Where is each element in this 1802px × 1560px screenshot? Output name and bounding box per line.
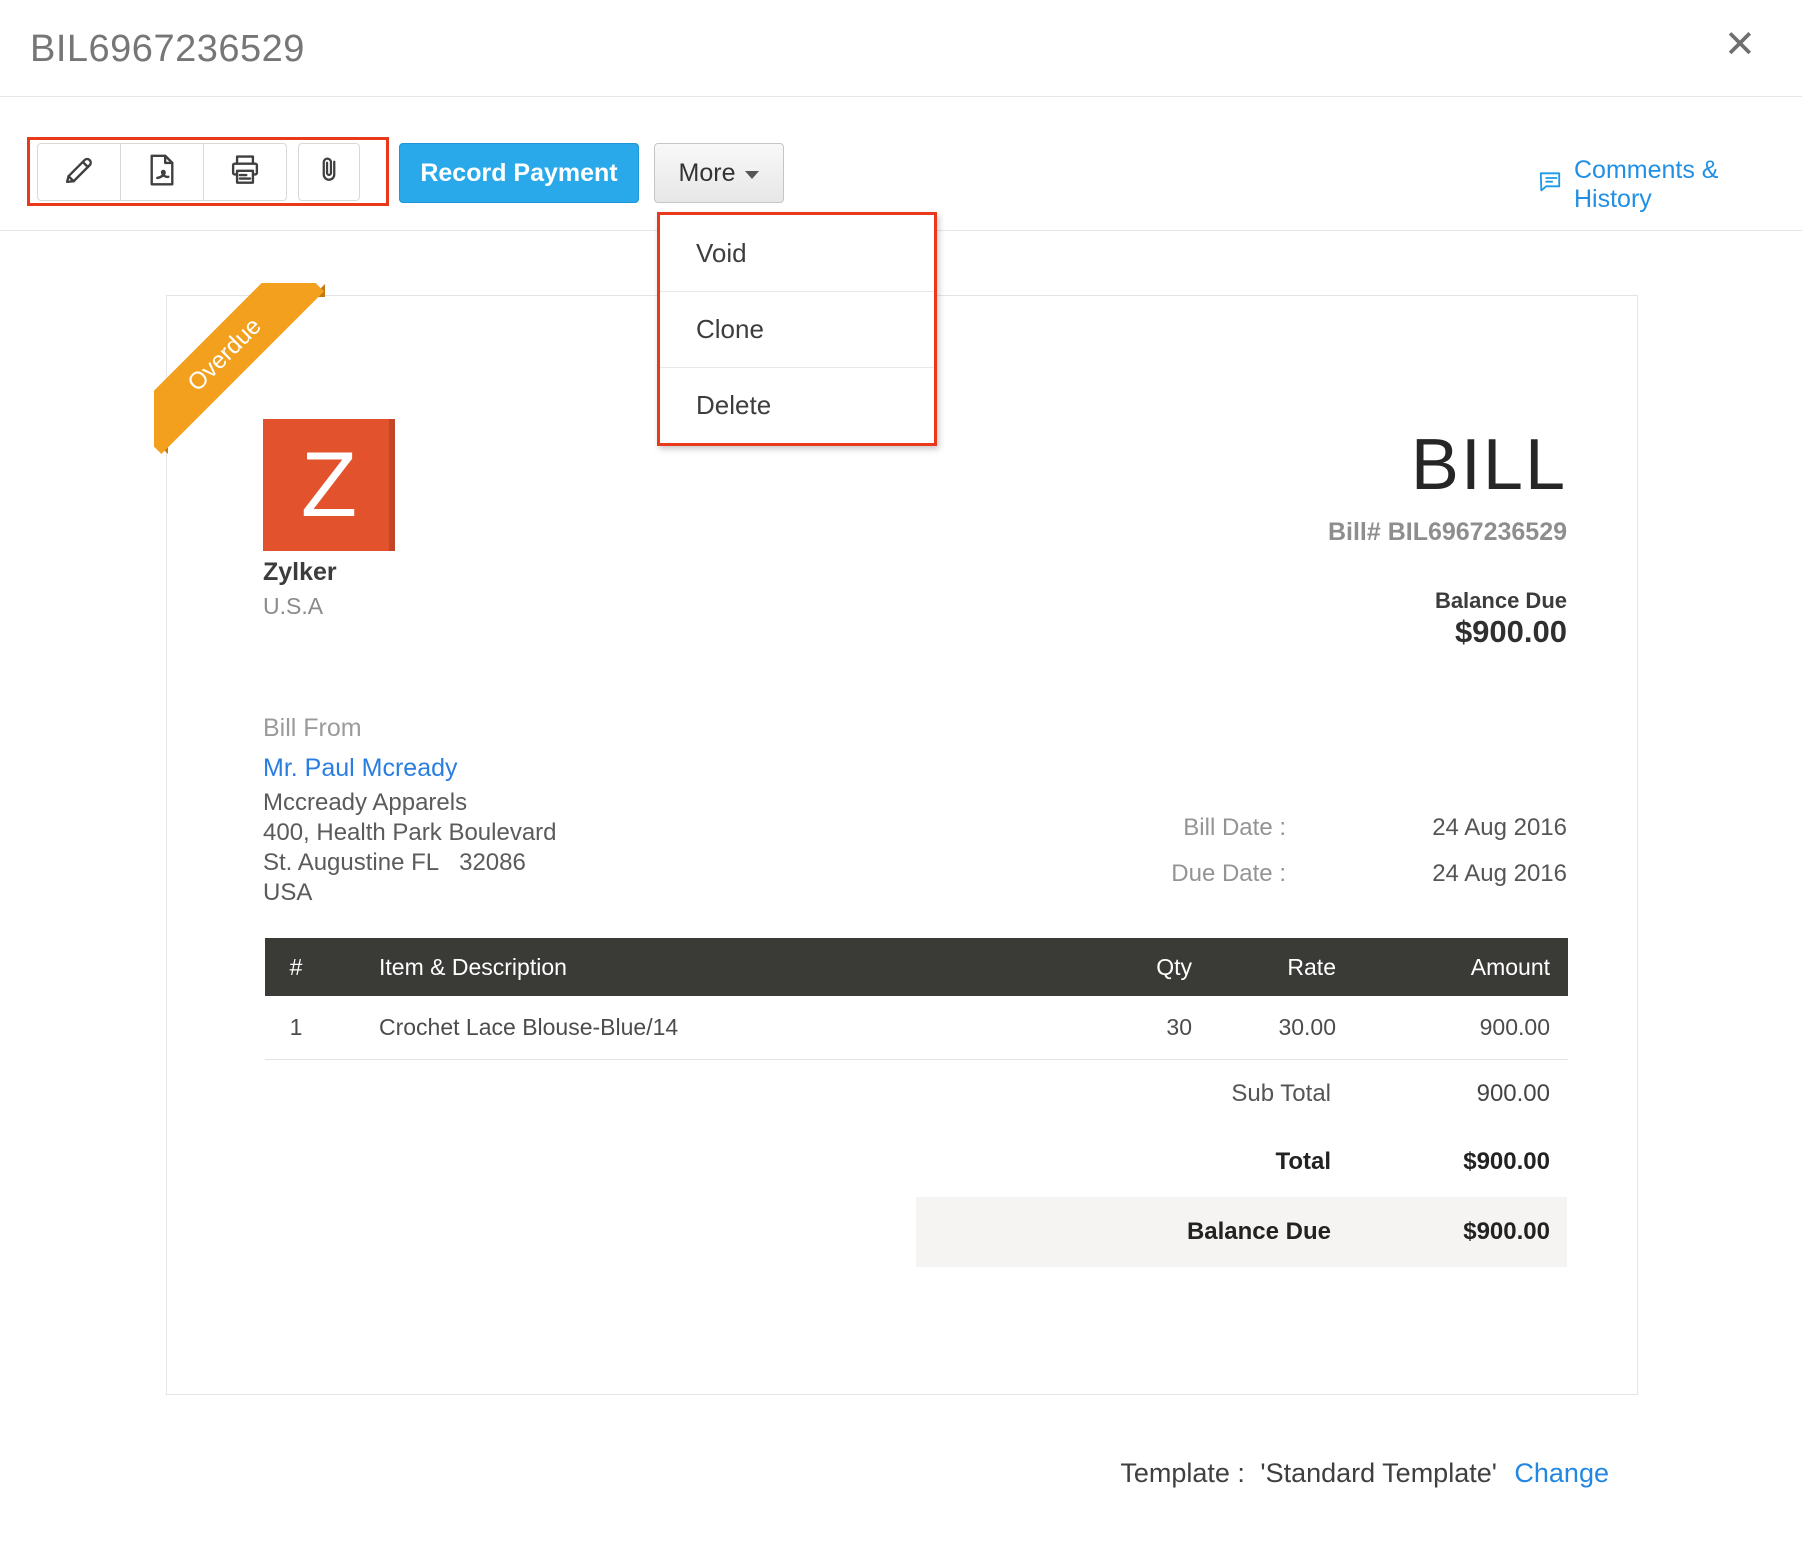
header-divider [0,96,1802,97]
col-header-rate: Rate [1212,954,1356,981]
balance-due-amount: $900.00 [1455,614,1567,650]
balance-due-heading: Balance Due [1435,588,1567,614]
record-payment-button[interactable]: Record Payment [399,143,639,203]
attachment-button[interactable] [298,143,360,201]
page-title: BIL6967236529 [30,28,305,71]
col-header-description: Item & Description [327,954,1032,981]
balance-due-row-label: Balance Due [916,1218,1349,1246]
bill-number: Bill# BIL6967236529 [1328,518,1567,547]
more-button[interactable]: More [654,143,784,203]
bill-document: Overdue Z Zylker U.S.A BILL Bill# BIL696… [166,295,1638,1395]
bill-number-value: BIL6967236529 [1388,518,1567,546]
paperclip-icon [311,152,347,193]
cell-index: 1 [265,1014,327,1041]
cell-qty: 30 [1032,1014,1212,1041]
vendor-address: Mccready Apparels 400, Health Park Boule… [263,788,557,908]
menu-item-clone[interactable]: Clone [660,291,934,367]
bill-number-label: Bill# [1328,518,1381,546]
subtotal-row: Sub Total 900.00 [916,1076,1567,1112]
template-footer: Template : 'Standard Template' Change [0,1458,1609,1489]
pdf-button[interactable] [120,143,204,201]
bill-from-heading: Bill From [263,714,362,743]
cell-rate: 30.00 [1212,1014,1356,1041]
comments-history-label: Comments & History [1574,156,1802,214]
subtotal-value: 900.00 [1349,1080,1567,1108]
balance-due-row-value: $900.00 [1349,1218,1567,1246]
template-label: Template : [1120,1458,1245,1488]
change-template-link[interactable]: Change [1514,1458,1609,1488]
bill-date-value: 24 Aug 2016 [1286,814,1567,842]
table-row: 1 Crochet Lace Blouse-Blue/14 30 30.00 9… [265,996,1568,1060]
col-header-qty: Qty [1032,954,1212,981]
due-date-label: Due Date : [1171,860,1286,888]
close-icon[interactable]: ✕ [1724,26,1756,64]
org-country: U.S.A [263,593,323,620]
more-dropdown-menu: Void Clone Delete [657,212,937,446]
template-name: 'Standard Template' [1260,1458,1496,1488]
document-type-heading: BILL [1411,424,1567,506]
subtotal-label: Sub Total [916,1080,1349,1108]
line-items-table: # Item & Description Qty Rate Amount 1 C… [265,938,1568,1060]
col-header-index: # [265,954,327,981]
comments-history-link[interactable]: Comments & History [1536,156,1802,214]
bill-date-row: Bill Date : 24 Aug 2016 [1183,814,1567,842]
menu-item-void[interactable]: Void [660,215,934,291]
document-action-group [37,143,287,201]
print-button[interactable] [203,143,287,201]
vendor-address-line: USA [263,878,557,908]
vendor-address-line: Mccready Apparels [263,788,557,818]
printer-icon [226,151,264,194]
pdf-file-icon [143,151,181,194]
chevron-down-icon [745,171,759,179]
table-header-row: # Item & Description Qty Rate Amount [265,938,1568,996]
due-date-value: 24 Aug 2016 [1286,860,1567,888]
due-date-row: Due Date : 24 Aug 2016 [1171,860,1567,888]
org-logo-letter: Z [301,433,357,538]
org-logo: Z [263,419,395,551]
total-value: $900.00 [1349,1148,1567,1176]
col-header-amount: Amount [1356,954,1568,981]
vendor-address-line: St. Augustine FL 32086 [263,848,557,878]
cell-description: Crochet Lace Blouse-Blue/14 [327,1014,1032,1041]
bill-date-label: Bill Date : [1183,814,1286,842]
edit-button[interactable] [37,143,121,201]
ribbon-fold-top [312,284,325,297]
vendor-address-line: 400, Health Park Boulevard [263,818,557,848]
ribbon-fold-left [155,441,168,454]
org-name: Zylker [263,558,337,587]
vendor-contact-link[interactable]: Mr. Paul Mcready [263,754,458,783]
more-button-label: More [679,159,736,188]
menu-item-delete[interactable]: Delete [660,367,934,443]
cell-amount: 900.00 [1356,1014,1568,1041]
total-label: Total [916,1148,1349,1176]
balance-due-row: Balance Due $900.00 [916,1197,1567,1267]
total-row: Total $900.00 [916,1144,1567,1180]
comment-bubble-icon [1536,169,1564,202]
pencil-icon [60,151,98,194]
